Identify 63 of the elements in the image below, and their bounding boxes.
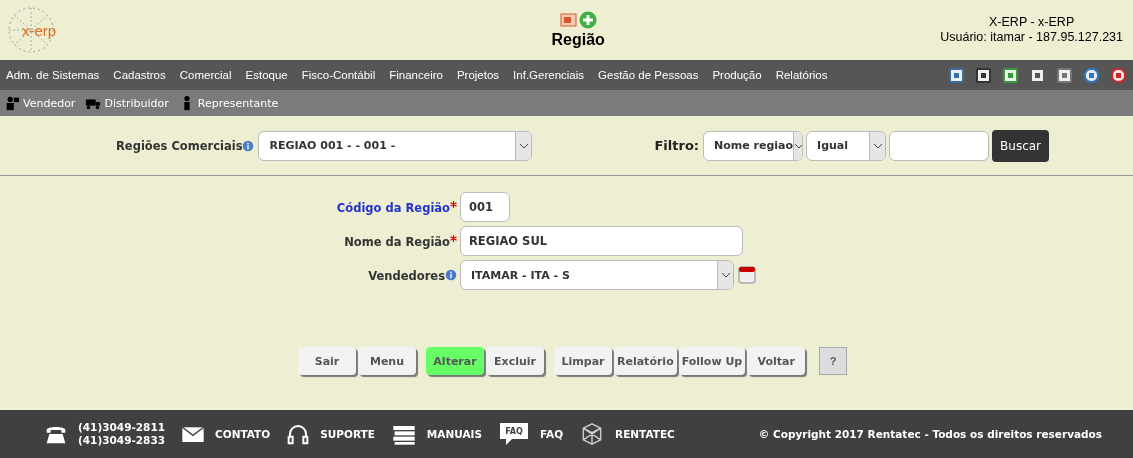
menu-item[interactable]: Produção bbox=[712, 69, 762, 81]
footer-link[interactable]: SUPORTE bbox=[320, 428, 375, 440]
filter-label: Filtro: bbox=[654, 138, 700, 153]
page-title: Região bbox=[551, 31, 605, 49]
menu-item[interactable]: Inf.Gerenciais bbox=[513, 69, 585, 81]
action-button[interactable]: Excluir bbox=[486, 347, 544, 375]
menu-item[interactable]: Comercial bbox=[179, 69, 232, 81]
submenu-item[interactable]: Distribuidor bbox=[85, 95, 169, 111]
action-button[interactable]: Sair bbox=[298, 347, 356, 375]
field-label: Vendedores bbox=[368, 269, 445, 283]
search-field[interactable] bbox=[889, 130, 990, 161]
user-info: Usuário: itamar - 187.95.127.231 bbox=[940, 30, 1123, 45]
system-name: X-ERP - x-ERP bbox=[988, 15, 1076, 30]
required-icon bbox=[450, 235, 457, 242]
help-button[interactable]: ? bbox=[819, 347, 848, 375]
action-button[interactable]: Limpar bbox=[554, 347, 612, 375]
menu-item[interactable]: Relatórios bbox=[775, 69, 828, 81]
sellers-select[interactable]: ITAMAR - ITA - S bbox=[460, 260, 734, 290]
operator-select[interactable]: Igual bbox=[806, 130, 887, 161]
menu-item[interactable]: Projetos bbox=[456, 69, 500, 81]
input-field[interactable]: 001 bbox=[460, 192, 510, 222]
action-button[interactable]: Relatório bbox=[614, 347, 677, 375]
submenu-item[interactable]: Vendedor bbox=[4, 95, 76, 111]
person-icon bbox=[4, 95, 20, 111]
region-select[interactable]: REGIAO 001 - - 001 - bbox=[258, 130, 533, 161]
footer-link[interactable]: RENTATEC bbox=[615, 428, 675, 440]
calendar-icon[interactable] bbox=[738, 266, 756, 284]
field-link[interactable]: Código da Região bbox=[336, 201, 450, 215]
filter-field-select[interactable]: Nome regiao bbox=[703, 130, 804, 161]
copyright-text: © Copyright 2017 Rentatec - Todos os direitos reservados bbox=[758, 428, 1103, 440]
toolbar-icon[interactable] bbox=[1110, 66, 1127, 84]
footer-link[interactable]: FAQ bbox=[540, 428, 564, 440]
required-icon bbox=[450, 201, 457, 208]
menu-item[interactable]: Fisco-Contábil bbox=[301, 69, 376, 81]
toolbar-icon[interactable] bbox=[1083, 66, 1100, 84]
action-button[interactable]: Alterar bbox=[426, 347, 484, 375]
logo-text: x-erp bbox=[22, 21, 57, 39]
menu-item[interactable]: Adm. de Sistemas bbox=[6, 69, 100, 81]
action-button[interactable]: Voltar bbox=[747, 347, 806, 375]
toolbar-icon[interactable] bbox=[948, 66, 965, 84]
faq-bubble-icon: FAQ bbox=[498, 421, 531, 447]
add-icon bbox=[578, 11, 597, 29]
action-button[interactable]: Menu bbox=[358, 347, 416, 375]
footer-link[interactable]: MANUAIS bbox=[426, 428, 483, 440]
action-button[interactable]: Follow Up bbox=[678, 347, 746, 375]
phone-number: (41)3049-2811 bbox=[78, 421, 165, 434]
search-button[interactable]: Buscar bbox=[992, 129, 1050, 162]
menu-item[interactable]: Estoque bbox=[245, 69, 288, 81]
footer-link[interactable]: CONTATO bbox=[215, 428, 271, 440]
dropdown-caret[interactable] bbox=[793, 131, 803, 160]
field-label: Nome da Região bbox=[344, 235, 450, 249]
phone-number: (41)3049-2833 bbox=[78, 434, 165, 447]
toolbar-icon[interactable] bbox=[1002, 66, 1019, 84]
menu-item[interactable]: Gestão de Pessoas bbox=[598, 69, 699, 81]
headset-icon bbox=[286, 422, 311, 446]
menu-item[interactable]: Financeiro bbox=[389, 69, 443, 81]
menu-item[interactable]: Cadastros bbox=[113, 69, 166, 81]
toolbar-icon[interactable] bbox=[1056, 66, 1073, 84]
submenu-item[interactable]: Representante bbox=[178, 95, 279, 111]
toolbar-icon[interactable] bbox=[975, 66, 992, 84]
input-field[interactable]: REGIAO SUL bbox=[460, 226, 743, 256]
slides-icon bbox=[559, 11, 578, 29]
field-label: Regiões Comerciais bbox=[116, 138, 243, 153]
